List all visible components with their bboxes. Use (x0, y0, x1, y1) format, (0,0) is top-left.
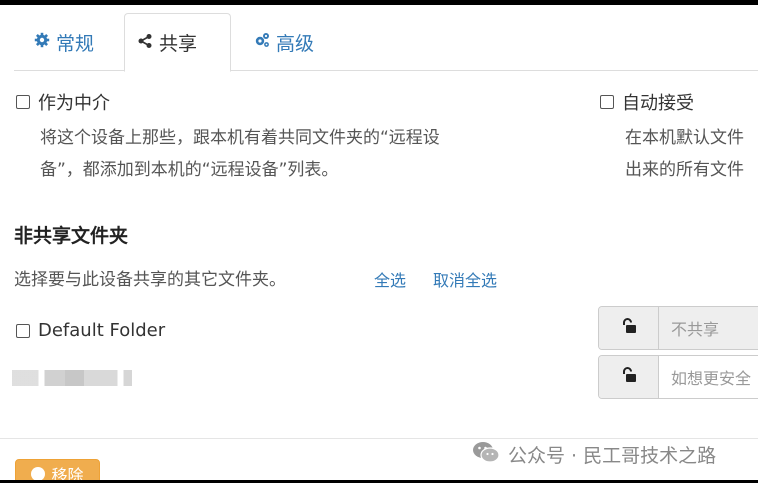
unshared-folders-title: 非共享文件夹 (14, 225, 129, 247)
unlock-toggle-1[interactable] (599, 307, 659, 349)
folder-row-default: Default Folder (16, 320, 165, 341)
watermark: 公众号 · 民工哥技术之路 (472, 440, 716, 469)
introducer-help-line1: 将这个设备上那些，跟本机有着共同文件夹的“远程设 (40, 128, 440, 148)
remove-icon (31, 467, 46, 481)
tab-bar: 常规 共享 高级 (14, 13, 758, 72)
unlock-icon (620, 366, 638, 388)
unlock-icon (620, 317, 638, 339)
auto-accept-help-line2: 出来的所有文件 (625, 160, 744, 180)
tab-share-label: 共享 (159, 33, 198, 55)
introducer-label: 作为中介 (38, 93, 110, 114)
cogs-icon (254, 31, 270, 53)
encryption-password-field-2[interactable]: 如想更安全 (659, 356, 758, 398)
default-folder-label: Default Folder (38, 320, 166, 341)
folder-encryption-group-2: 如想更安全 (598, 355, 758, 399)
tab-general-label: 常规 (56, 32, 95, 55)
introducer-help-line2: 备”，都添加到本机的“远程设备”列表。 (40, 160, 339, 180)
tab-advanced[interactable]: 高级 (242, 13, 326, 71)
introducer-option: 作为中介 (16, 89, 110, 115)
introducer-checkbox[interactable] (16, 95, 30, 109)
auto-accept-checkbox[interactable] (600, 95, 614, 109)
unlock-toggle-2[interactable] (599, 356, 659, 398)
auto-accept-option: 自动接受 (600, 89, 694, 115)
window-top-edge (0, 0, 758, 5)
gear-icon (34, 31, 50, 53)
deselect-all-link[interactable]: 取消全选 (433, 267, 497, 291)
share-icon (137, 32, 153, 54)
auto-accept-help-line1: 在本机默认文件 (625, 128, 744, 148)
auto-accept-help: 在本机默认文件 出来的所有文件 (625, 122, 758, 186)
tab-share[interactable]: 共享 (124, 13, 231, 72)
wechat-icon (472, 440, 500, 469)
folder-encryption-group-1: 不共享 (598, 306, 758, 350)
auto-accept-label: 自动接受 (622, 93, 694, 114)
unshared-folders-description: 选择要与此设备共享的其它文件夹。 (14, 270, 286, 290)
tab-general[interactable]: 常规 (22, 13, 106, 71)
footer-divider (0, 438, 758, 439)
encryption-password-field-1[interactable]: 不共享 (659, 307, 758, 349)
blurred-folder-name (12, 370, 132, 386)
select-all-link[interactable]: 全选 (374, 267, 406, 291)
tab-advanced-label: 高级 (276, 32, 315, 55)
default-folder-checkbox[interactable] (16, 323, 30, 338)
introducer-help: 将这个设备上那些，跟本机有着共同文件夹的“远程设 备”，都添加到本机的“远程设备… (40, 122, 540, 186)
watermark-text: 公众号 · 民工哥技术之路 (508, 445, 717, 467)
